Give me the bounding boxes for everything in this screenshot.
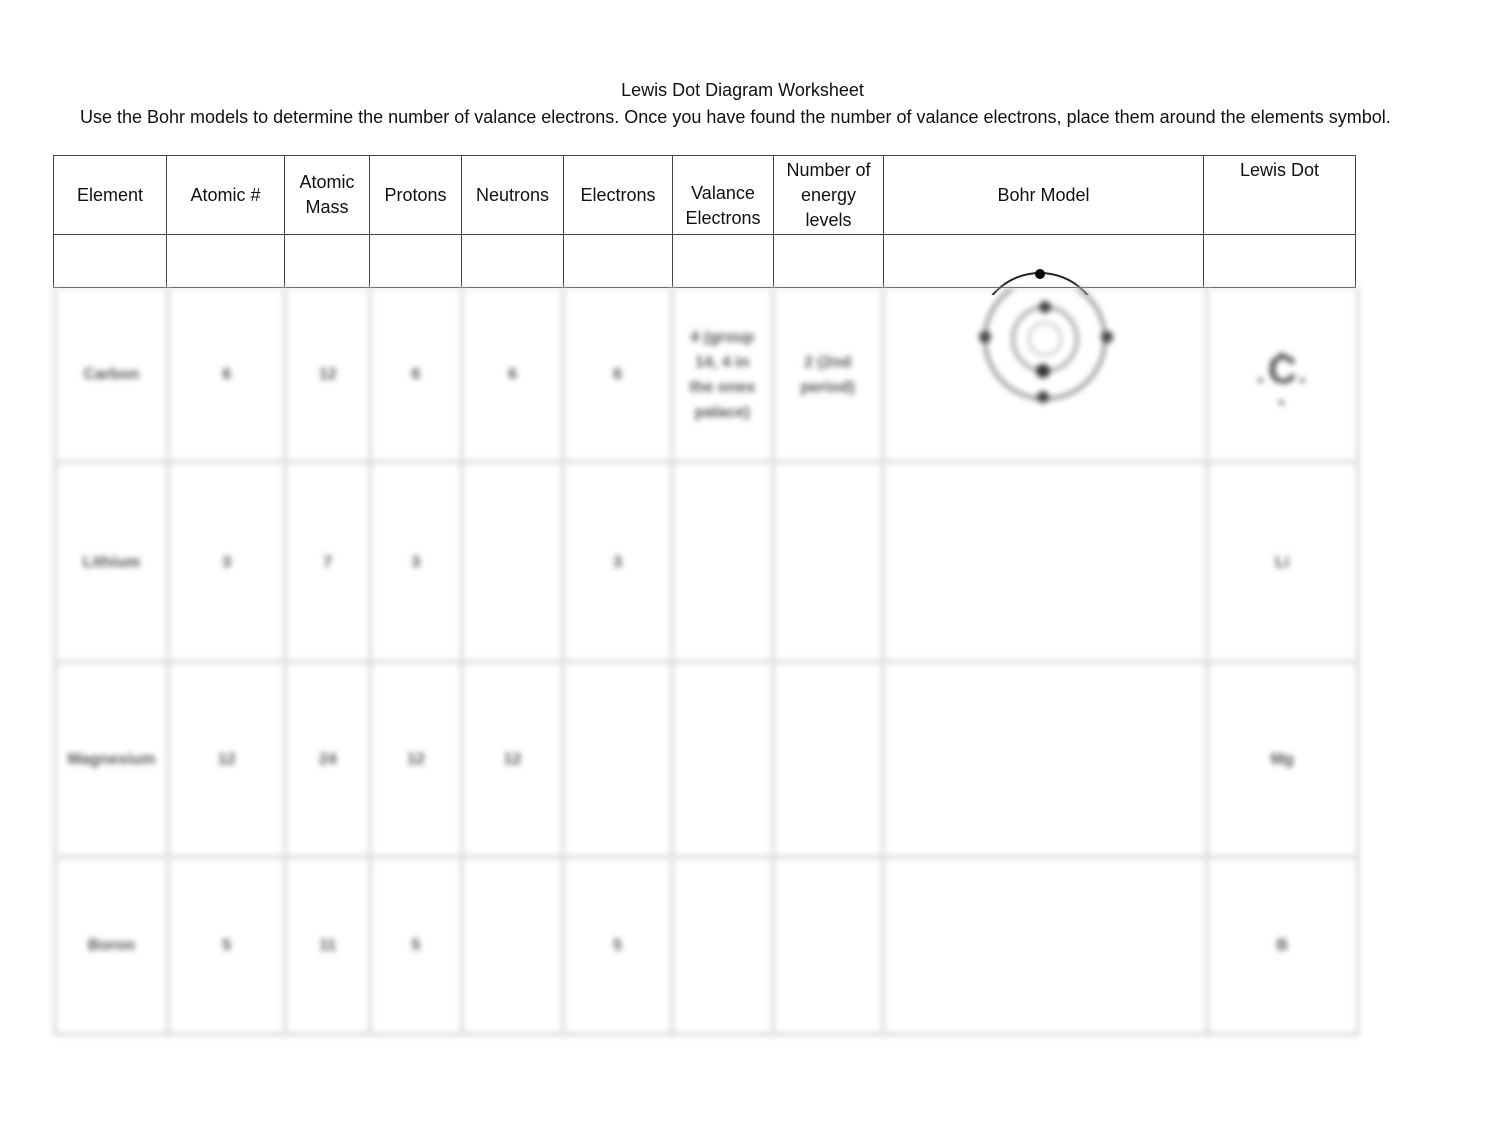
cell-atomic-mass: 11 xyxy=(283,855,373,1036)
header-energy-label: Number of energy levels xyxy=(786,159,871,230)
cell-lewis-dot: Li xyxy=(1204,460,1360,664)
blurred-preview-region: Carbon 6 12 6 6 6 4 (group 14, 4 in the … xyxy=(48,287,1360,1037)
cell xyxy=(461,234,564,288)
carbon-bohr-diagram-icon xyxy=(978,287,1113,403)
table-row: Boron 5 11 5 5 B xyxy=(53,855,1360,1036)
header-valence-label: Valance Electrons xyxy=(685,183,761,228)
cell-energy-levels xyxy=(770,460,885,664)
cell-neutrons: 6 xyxy=(459,287,566,464)
cell-electrons: 6 xyxy=(561,287,674,464)
cell-atomic-number: 6 xyxy=(165,287,288,464)
worksheet-table-body: Carbon 6 12 6 6 6 4 (group 14, 4 in the … xyxy=(53,287,1360,1036)
cell-bohr-model xyxy=(880,855,1209,1036)
cell-bohr-model xyxy=(880,460,1209,664)
cell-energy-levels: 2 (2nd period) xyxy=(770,287,885,464)
energy-text: 2 (2nd period) xyxy=(800,353,855,396)
cell xyxy=(1203,234,1356,288)
cell-element: Magnesium xyxy=(53,660,170,859)
header-lewis-dot: Lewis Dot xyxy=(1203,155,1356,235)
cell-atomic-number: 5 xyxy=(165,855,288,1036)
instructions: Use the Bohr models to determine the num… xyxy=(80,107,1391,127)
lewis-symbol: C xyxy=(1257,350,1305,405)
header-valence-electrons: Valance Electrons xyxy=(672,155,774,235)
worksheet-title: Lewis Dot Diagram Worksheet xyxy=(621,80,864,100)
cell-lewis-dot: B xyxy=(1204,855,1360,1036)
dot-icon xyxy=(1299,378,1305,383)
worksheet-table-header: Element Atomic # Atomic Mass Protons Neu… xyxy=(53,155,1356,288)
table-row: Magnesium 12 24 12 12 Mg xyxy=(53,660,1360,859)
cell xyxy=(53,234,167,288)
cell-energy-levels xyxy=(770,660,885,859)
cell-lewis-dot: C xyxy=(1204,287,1360,464)
cell-lewis-dot: Mg xyxy=(1204,660,1360,859)
cell xyxy=(284,234,370,288)
cell xyxy=(166,234,285,288)
header-bohr-model: Bohr Model xyxy=(883,155,1204,235)
cell-atomic-mass: 24 xyxy=(283,660,373,859)
cell-atomic-number: 3 xyxy=(165,460,288,664)
cell-atomic-number: 12 xyxy=(165,660,288,859)
cell-protons: 12 xyxy=(368,660,464,859)
cell-element: Lithium xyxy=(53,460,170,664)
cell-electrons: 3 xyxy=(561,460,674,664)
cell-neutrons xyxy=(459,855,566,1036)
cell xyxy=(672,234,774,288)
cell xyxy=(369,234,462,288)
cell xyxy=(563,234,673,288)
cell-valence xyxy=(669,460,775,664)
cell-bohr-model xyxy=(880,660,1209,859)
cell-atomic-mass: 12 xyxy=(283,287,373,464)
cell-protons: 6 xyxy=(368,287,464,464)
cell-neutrons xyxy=(459,460,566,664)
cell-element: Boron xyxy=(53,855,170,1036)
header-element: Element xyxy=(53,155,167,235)
cell-element: Carbon xyxy=(53,287,170,464)
cell-neutrons: 12 xyxy=(459,660,566,859)
cell-valence xyxy=(669,660,775,859)
cell-electrons: 5 xyxy=(561,855,674,1036)
table-row: Carbon 6 12 6 6 6 4 (group 14, 4 in the … xyxy=(53,287,1360,464)
cell-energy-levels xyxy=(770,855,885,1036)
dot-icon xyxy=(1278,352,1284,357)
cell-protons: 3 xyxy=(368,460,464,664)
header-electrons: Electrons xyxy=(563,155,673,235)
header-protons: Protons xyxy=(369,155,462,235)
cell-electrons xyxy=(561,660,674,859)
dot-icon xyxy=(1278,400,1284,405)
cell xyxy=(773,234,884,288)
cell-bohr-model xyxy=(880,287,1209,464)
header-atomic-number: Atomic # xyxy=(166,155,285,235)
header-atomic-mass: Atomic Mass xyxy=(284,155,370,235)
cell-atomic-mass: 7 xyxy=(283,460,373,664)
cell-protons: 5 xyxy=(368,855,464,1036)
header-atomic-mass-label: Atomic Mass xyxy=(299,172,355,217)
header-neutrons: Neutrons xyxy=(461,155,564,235)
cell-valence xyxy=(669,855,775,1036)
valence-text: 4 (group 14, 4 in the ones palace) xyxy=(689,328,756,421)
cell-valence: 4 (group 14, 4 in the ones palace) xyxy=(669,287,775,464)
header-energy-levels: Number of energy levels xyxy=(773,155,884,235)
dot-icon xyxy=(1257,378,1263,383)
table-row: Lithium 3 7 3 3 Li xyxy=(53,460,1360,664)
